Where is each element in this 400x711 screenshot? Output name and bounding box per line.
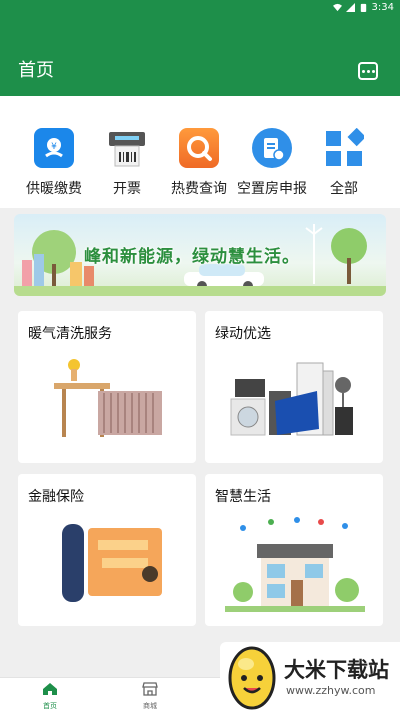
status-time: 3:34 bbox=[371, 2, 394, 13]
battery-icon bbox=[360, 3, 366, 12]
quick-action-heating-payment[interactable]: ¥ 供暖缴费 bbox=[14, 128, 94, 198]
document-icon bbox=[252, 128, 292, 168]
card-title: 智慧生活 bbox=[215, 489, 271, 505]
quick-action-vacant-declare[interactable]: 空置房申报 bbox=[232, 128, 312, 198]
grid-icon bbox=[324, 127, 366, 168]
card-finance-insurance[interactable]: 金融保险 bbox=[18, 474, 196, 626]
watermark-title: 大米下载站 bbox=[284, 658, 389, 682]
watermark-overlay: 大米下载站 www.zzhyw.com bbox=[220, 642, 400, 711]
search-icon bbox=[179, 128, 219, 168]
quick-action-all[interactable]: 全部 bbox=[304, 127, 384, 198]
smart-home-image bbox=[225, 517, 365, 612]
card-heating-cleaning[interactable]: 暖气清洗服务 bbox=[18, 311, 196, 463]
tab-home[interactable]: 首页 bbox=[20, 681, 80, 711]
card-title: 绿动优选 bbox=[215, 326, 271, 342]
message-icon[interactable] bbox=[358, 62, 378, 80]
invoice-printer-icon bbox=[107, 128, 147, 168]
quick-action-label: 供暖缴费 bbox=[26, 181, 82, 197]
signal-icon bbox=[345, 3, 355, 12]
wifi-icon bbox=[332, 3, 342, 12]
watermark-url: www.zzhyw.com bbox=[286, 684, 376, 697]
radiator-image bbox=[54, 359, 162, 437]
quick-action-invoice[interactable]: 开票 bbox=[87, 128, 167, 198]
rice-mascot-logo bbox=[228, 646, 276, 710]
heating-payment-icon: ¥ bbox=[34, 128, 74, 168]
tab-store[interactable]: 商城 bbox=[120, 681, 180, 711]
banner-slogan: 峰和新能源，绿动慧生活。 bbox=[84, 247, 300, 267]
card-title: 金融保险 bbox=[28, 489, 84, 505]
page-title: 首页 bbox=[18, 60, 54, 81]
app-header: 首页 bbox=[0, 16, 400, 96]
promo-banner[interactable]: 峰和新能源，绿动慧生活。 bbox=[14, 214, 386, 296]
store-icon bbox=[142, 682, 158, 696]
svg-text:¥: ¥ bbox=[51, 142, 57, 152]
home-icon bbox=[43, 683, 57, 695]
card-green-select[interactable]: 绿动优选 bbox=[205, 311, 383, 463]
status-bar: 3:34 bbox=[0, 0, 400, 16]
card-title: 暖气清洗服务 bbox=[28, 326, 112, 342]
card-smart-life[interactable]: 智慧生活 bbox=[205, 474, 383, 626]
quick-action-heat-query[interactable]: 热费查询 bbox=[159, 128, 239, 198]
quick-action-label: 全部 bbox=[330, 181, 358, 197]
insurance-image bbox=[62, 524, 162, 602]
quick-action-label: 开票 bbox=[113, 181, 141, 197]
quick-actions: ¥ 供暖缴费 开票 热费查询 空置房申报 全部 bbox=[0, 96, 400, 208]
quick-action-label: 空置房申报 bbox=[237, 181, 307, 197]
tab-label: 首页 bbox=[43, 702, 57, 710]
tab-label: 商城 bbox=[143, 702, 157, 710]
appliances-image bbox=[230, 362, 353, 436]
quick-action-label: 热费查询 bbox=[171, 181, 227, 197]
